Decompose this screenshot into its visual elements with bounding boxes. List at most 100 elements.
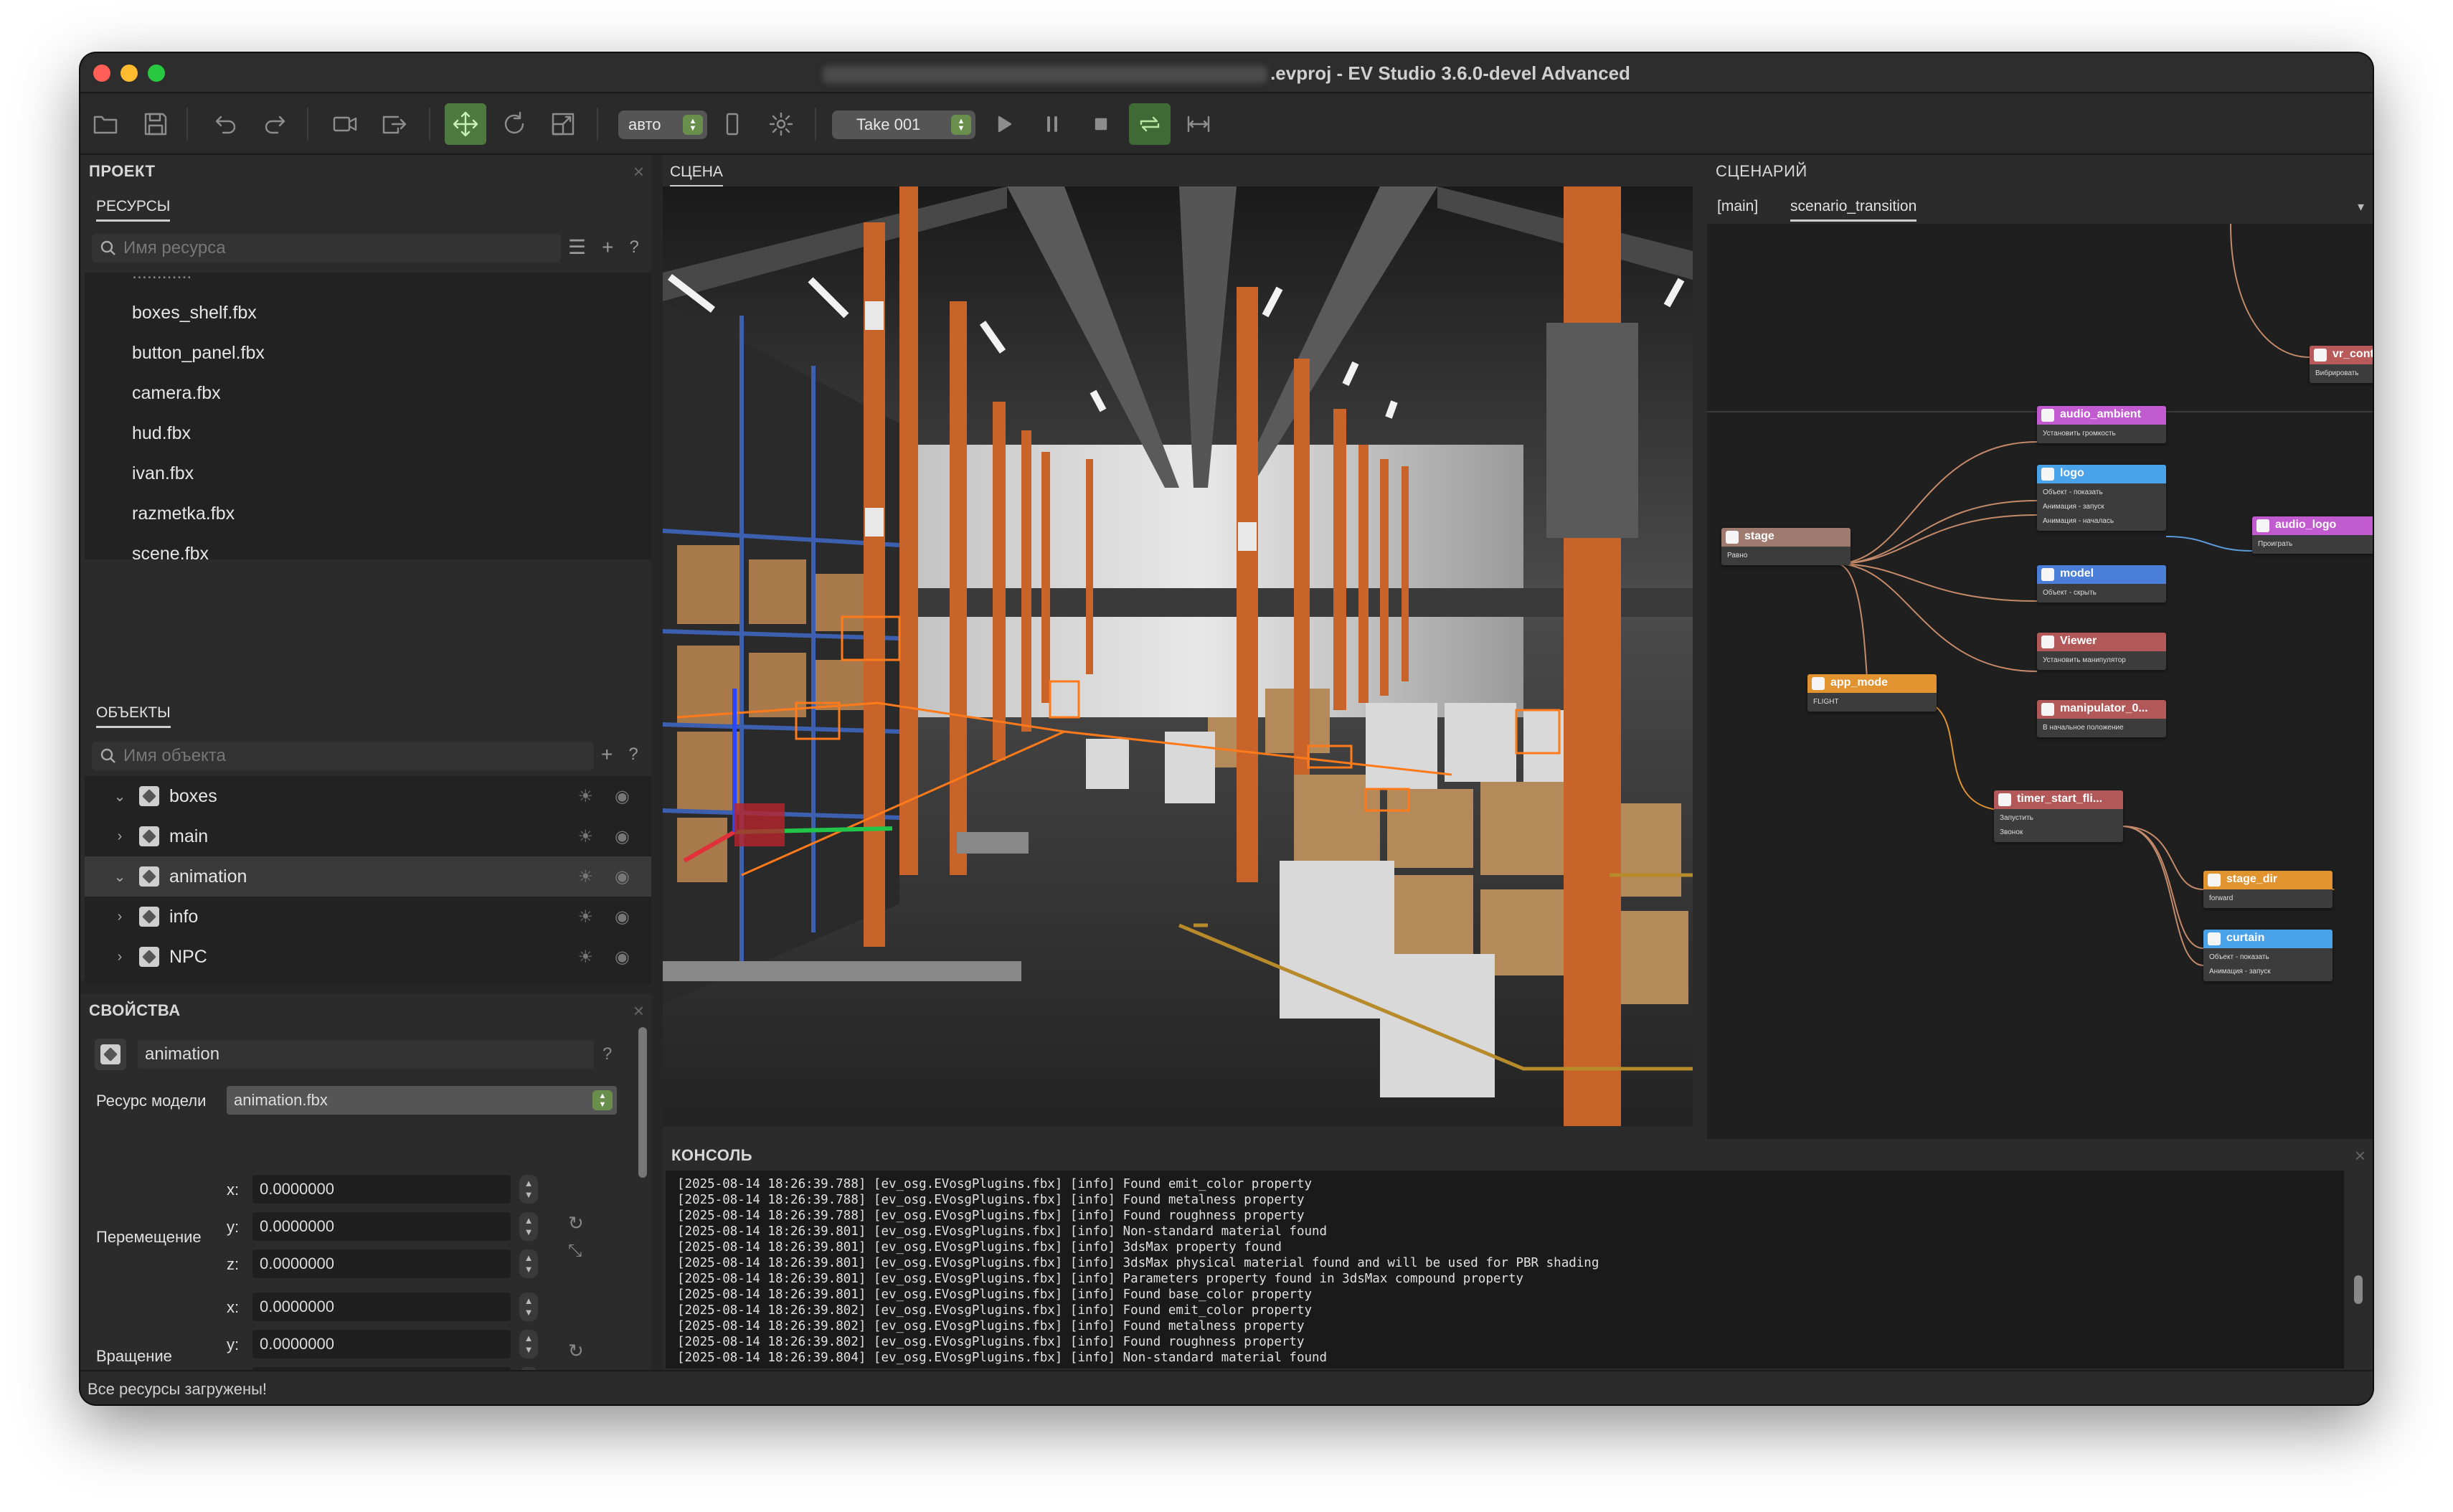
tab-resources[interactable]: РЕСУРСЫ bbox=[96, 198, 171, 222]
graph-node[interactable]: app_mode FLIGHT bbox=[1807, 674, 1937, 712]
close-icon[interactable]: × bbox=[633, 161, 644, 183]
object-tree-row[interactable]: ⌄ boxes ☀ ◉ bbox=[85, 776, 651, 816]
redo-icon[interactable] bbox=[255, 103, 297, 145]
mode-select[interactable]: авто ▲ ▼ bbox=[618, 110, 707, 139]
graph-node-port[interactable]: Объект - скрыть bbox=[2043, 586, 2160, 600]
graph-node-title[interactable]: timer_start_fli... bbox=[1994, 790, 2123, 809]
resource-item[interactable]: scene.fbx bbox=[85, 534, 651, 560]
graph-node-title[interactable]: curtain bbox=[2203, 930, 2333, 948]
record-camera-icon[interactable] bbox=[324, 103, 366, 145]
graph-node-title[interactable]: vr_cont bbox=[2310, 346, 2373, 364]
eye-icon[interactable]: ◉ bbox=[615, 826, 630, 847]
reset-rotation-icon[interactable]: ↻ bbox=[568, 1340, 584, 1362]
graph-node-port[interactable]: Установить громкость bbox=[2043, 427, 2160, 441]
object-name-field[interactable]: animation bbox=[138, 1040, 594, 1069]
device-icon[interactable] bbox=[712, 103, 753, 145]
move-tool-icon[interactable] bbox=[445, 103, 486, 145]
open-folder-icon[interactable] bbox=[85, 103, 126, 145]
help-icon[interactable]: ? bbox=[602, 1044, 612, 1064]
object-tree-row[interactable]: ⌄ animation ☀ ◉ bbox=[85, 856, 651, 897]
graph-node-port[interactable]: Вибрировать bbox=[2315, 367, 2373, 381]
light-icon[interactable]: ☀ bbox=[578, 786, 594, 807]
light-icon[interactable]: ☀ bbox=[578, 826, 594, 847]
take-select[interactable]: Take 001 ▲ ▼ bbox=[832, 110, 975, 139]
chevron-down-icon[interactable]: ⌄ bbox=[112, 788, 128, 805]
stepper-icon[interactable]: ▲▼ bbox=[519, 1330, 538, 1359]
pause-icon[interactable] bbox=[1031, 103, 1073, 145]
graph-node-port[interactable]: В начальное положение bbox=[2043, 721, 2160, 735]
object-tree-row[interactable]: › NPC ☀ ◉ bbox=[85, 937, 651, 977]
chevron-down-icon[interactable]: ⌄ bbox=[112, 868, 128, 886]
tab-scene[interactable]: СЦЕНА bbox=[670, 164, 723, 187]
resource-item[interactable]: razmetka.fbx bbox=[85, 493, 651, 534]
scenario-menu-icon[interactable]: ▾ bbox=[2358, 199, 2364, 214]
rotation-field[interactable]: 0.0000000 bbox=[252, 1293, 511, 1321]
add-resource-icon[interactable]: + bbox=[602, 236, 613, 259]
console-scrollbar[interactable] bbox=[2354, 1275, 2363, 1304]
light-icon[interactable]: ☀ bbox=[578, 947, 594, 968]
graph-node[interactable]: stage Равно bbox=[1721, 528, 1851, 565]
rotate-tool-icon[interactable] bbox=[493, 103, 535, 145]
settings-icon[interactable] bbox=[760, 103, 802, 145]
resource-item[interactable]: ivan.fbx bbox=[85, 453, 651, 493]
close-icon[interactable]: × bbox=[2355, 1145, 2365, 1167]
graph-node-port[interactable]: Равно bbox=[1727, 549, 1845, 563]
fit-range-icon[interactable] bbox=[1178, 103, 1219, 145]
graph-node-port[interactable]: Объект - показать bbox=[2209, 950, 2327, 965]
help-icon[interactable]: ? bbox=[629, 237, 638, 257]
stepper-icon[interactable]: ▲▼ bbox=[519, 1175, 538, 1204]
scenario-graph-canvas[interactable]: vr_cont Вибрировать audio_ambient Установит… bbox=[1707, 224, 2373, 1238]
graph-node-port[interactable]: Объект - показать bbox=[2043, 486, 2160, 500]
properties-scrollbar[interactable] bbox=[638, 1027, 647, 1178]
object-search-input[interactable]: Имя объекта bbox=[92, 742, 594, 770]
scene-viewport[interactable] bbox=[663, 186, 1693, 1126]
graph-node-port[interactable]: forward bbox=[2209, 892, 2327, 906]
graph-node-title[interactable]: manipulator_0... bbox=[2037, 700, 2166, 719]
translation-field[interactable]: 0.0000000 bbox=[252, 1212, 511, 1241]
loop-icon[interactable] bbox=[1129, 103, 1171, 145]
eye-icon[interactable]: ◉ bbox=[615, 907, 630, 927]
graph-node-title[interactable]: stage bbox=[1721, 528, 1851, 547]
resource-item[interactable]: button_panel.fbx bbox=[85, 333, 651, 373]
export-icon[interactable] bbox=[373, 103, 415, 145]
list-view-icon[interactable]: ☰ bbox=[568, 235, 586, 259]
graph-node[interactable]: audio_ambient Установить громкость bbox=[2037, 406, 2166, 443]
close-icon[interactable]: × bbox=[633, 1000, 644, 1022]
graph-node[interactable]: audio_logo Проиграть bbox=[2252, 516, 2373, 554]
stepper-icon[interactable]: ▲▼ bbox=[519, 1293, 538, 1321]
graph-node[interactable]: logo Объект - показать Анимация - запуск Ан… bbox=[2037, 465, 2166, 531]
save-icon[interactable] bbox=[135, 103, 176, 145]
light-icon[interactable]: ☀ bbox=[578, 907, 594, 927]
graph-node-port[interactable]: Звонок bbox=[2000, 826, 2117, 840]
graph-node-port[interactable]: Анимация - началась bbox=[2043, 514, 2160, 529]
graph-node-title[interactable]: model bbox=[2037, 565, 2166, 584]
stepper-icon[interactable]: ▲▼ bbox=[519, 1249, 538, 1278]
stepper-icon[interactable]: ▲▼ bbox=[519, 1212, 538, 1241]
scale-tool-icon[interactable] bbox=[542, 103, 584, 145]
play-icon[interactable] bbox=[983, 103, 1024, 145]
graph-node[interactable]: stage_dir forward bbox=[2203, 871, 2333, 908]
graph-node-port[interactable]: Анимация - запуск bbox=[2209, 965, 2327, 979]
chevron-right-icon[interactable]: › bbox=[112, 949, 128, 965]
model-resource-select[interactable]: animation.fbx ▲ ▼ bbox=[227, 1086, 617, 1115]
graph-node[interactable]: manipulator_0... В начальное положение bbox=[2037, 700, 2166, 737]
graph-node-title[interactable]: logo bbox=[2037, 465, 2166, 483]
graph-node-title[interactable]: app_mode bbox=[1807, 674, 1937, 693]
eye-icon[interactable]: ◉ bbox=[615, 786, 630, 807]
help-icon[interactable]: ? bbox=[628, 745, 638, 765]
graph-node-port[interactable]: Проиграть bbox=[2258, 537, 2373, 552]
graph-node-port[interactable]: FLIGHT bbox=[1813, 695, 1931, 709]
translation-field[interactable]: 0.0000000 bbox=[252, 1175, 511, 1204]
link-translation-icon[interactable]: ⤡ bbox=[568, 1241, 582, 1261]
chevron-right-icon[interactable]: › bbox=[112, 909, 128, 925]
translation-field[interactable]: 0.0000000 bbox=[252, 1249, 511, 1278]
graph-node[interactable]: timer_start_fli... Запустить Звонок bbox=[1994, 790, 2123, 842]
resource-item[interactable]: camera.fbx bbox=[85, 373, 651, 413]
graph-node[interactable]: model Объект - скрыть bbox=[2037, 565, 2166, 603]
graph-node-port[interactable]: Анимация - запуск bbox=[2043, 500, 2160, 514]
list-item[interactable]: ............ bbox=[85, 273, 651, 293]
reset-translation-icon[interactable]: ↻ bbox=[568, 1212, 584, 1234]
graph-node[interactable]: vr_cont Вибрировать bbox=[2310, 346, 2373, 383]
tab-main[interactable]: [main] bbox=[1717, 198, 1758, 214]
tab-objects[interactable]: ОБЪЕКТЫ bbox=[96, 704, 171, 728]
